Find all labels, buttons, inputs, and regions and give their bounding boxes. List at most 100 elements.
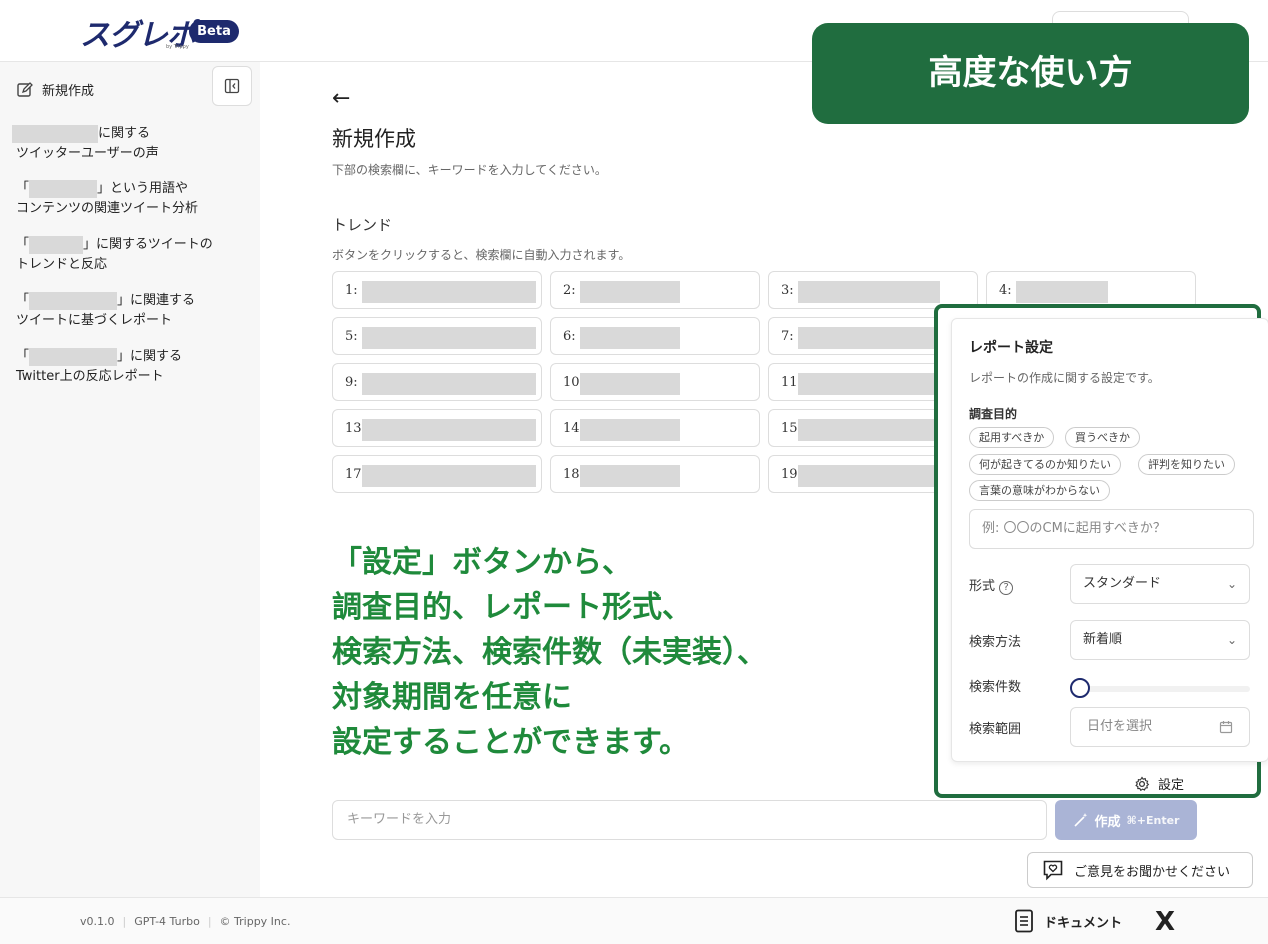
divider: |	[207, 915, 212, 928]
create-button[interactable]: 作成 ⌘+Enter	[1055, 800, 1197, 840]
shortcut-hint: ⌘+Enter	[1126, 813, 1180, 827]
history-item[interactable]: に関する ツイッターユーザーの声	[12, 124, 159, 164]
history-item[interactable]: 「 」という用語や コンテンツの関連ツイート分析	[16, 179, 198, 219]
trend-number: 19	[781, 466, 798, 482]
redacted-text	[580, 465, 680, 487]
purpose-chip[interactable]: 何が起きてるのか知りたい	[969, 454, 1121, 475]
history-item-prefix: 「	[16, 237, 30, 252]
page-title: 新規作成	[332, 127, 416, 151]
trend-description: ボタンをクリックすると、検索欄に自動入力されます。	[332, 248, 631, 262]
settings-highlight: レポート設定 レポートの作成に関する設定です。 調査目的 起用すべきか 買うべき…	[934, 304, 1268, 798]
history-item-line1: に関する	[98, 126, 151, 141]
date-range-input[interactable]: 日付を選択	[1070, 707, 1250, 747]
redacted-text	[29, 347, 118, 366]
redacted-text	[362, 419, 536, 441]
model-text: GPT-4 Turbo	[134, 915, 200, 928]
redacted-text	[1016, 281, 1108, 303]
trend-number: 14	[563, 420, 580, 436]
history-item-line2: トレンドと反応	[16, 257, 108, 272]
trend-button[interactable]: 2:	[550, 271, 760, 309]
range-label: 検索範囲	[969, 722, 1022, 737]
purpose-chip[interactable]: 評判を知りたい	[1138, 454, 1235, 475]
chevron-down-icon: ⌄	[1226, 633, 1237, 647]
format-label-text: 形式	[969, 579, 996, 594]
back-arrow-icon[interactable]: ←	[332, 86, 350, 111]
trend-number: 7:	[781, 328, 794, 344]
copyright-text: © Trippy Inc.	[219, 915, 291, 928]
divider: |	[122, 915, 127, 928]
feedback-button[interactable]: ご意見をお聞かせください	[1027, 852, 1253, 888]
trend-number: 1:	[345, 282, 358, 298]
format-select[interactable]: スタンダード ⌄	[1070, 564, 1250, 604]
annotation-line: 対象期間を任意に	[332, 680, 572, 715]
trend-button[interactable]: 5:	[332, 317, 542, 355]
trend-number: 9:	[345, 374, 358, 390]
redacted-text	[798, 281, 940, 303]
count-slider-track[interactable]	[1080, 686, 1250, 692]
history-item-prefix: 「	[16, 349, 30, 364]
count-slider-thumb[interactable]	[1070, 678, 1090, 698]
trend-button[interactable]: 13	[332, 409, 542, 447]
redacted-text	[362, 327, 536, 349]
redacted-text	[12, 124, 98, 143]
redacted-text	[580, 327, 680, 349]
settings-title: レポート設定	[969, 340, 1053, 356]
trend-number: 2:	[563, 282, 576, 298]
history-item-prefix: 「	[16, 181, 30, 196]
new-create-label: 新規作成	[42, 84, 95, 99]
purpose-input[interactable]: 例: 〇〇のCMに起用すべきか？	[969, 509, 1254, 549]
documentation-link[interactable]: ドキュメント	[1014, 909, 1122, 933]
annotation-line: 検索方法、検索件数（未実装）、	[332, 635, 767, 670]
sidebar-collapse-icon	[224, 78, 240, 94]
trend-button[interactable]: 10	[550, 363, 760, 401]
purpose-chip[interactable]: 起用すべきか	[969, 427, 1055, 448]
trend-number: 10	[563, 374, 580, 390]
footer: v0.1.0 | GPT-4 Turbo | © Trippy Inc. ドキュ…	[0, 897, 1268, 944]
settings-description: レポートの作成に関する設定です。	[969, 371, 1160, 385]
gear-icon	[1135, 776, 1150, 791]
trend-number: 4:	[999, 282, 1012, 298]
annotation-line: 調査目的、レポート形式、	[332, 590, 692, 625]
beta-badge: Beta	[189, 20, 239, 43]
sidebar: 新規作成 に関する ツイッターユーザーの声 「 」という用語や コンテンツの関連ツ…	[0, 62, 260, 897]
redacted-text	[580, 281, 680, 303]
feedback-label: ご意見をお聞かせください	[1074, 864, 1231, 880]
trend-button[interactable]: 14	[550, 409, 760, 447]
history-item[interactable]: 「 」に関するツイートの トレンドと反応	[16, 235, 213, 275]
collapse-sidebar-button[interactable]	[212, 66, 252, 106]
search-method-select[interactable]: 新着順 ⌄	[1070, 620, 1250, 660]
history-item-line2: ツイッターユーザーの声	[16, 146, 159, 161]
trend-button[interactable]: 18	[550, 455, 760, 493]
redacted-text	[798, 373, 940, 395]
purpose-chip[interactable]: 買うべきか	[1065, 427, 1140, 448]
trend-number: 3:	[781, 282, 794, 298]
history-item-line2: Twitter上の反応レポート	[16, 369, 164, 384]
redacted-text	[580, 419, 680, 441]
keyword-input[interactable]: キーワードを入力	[332, 800, 1047, 840]
trend-button[interactable]: 6:	[550, 317, 760, 355]
purpose-chip[interactable]: 言葉の意味がわからない	[969, 480, 1110, 501]
history-item-line1: 」に関するツイートの	[83, 237, 213, 252]
redacted-text	[29, 179, 98, 198]
help-icon[interactable]: ?	[999, 581, 1014, 595]
x-social-icon[interactable]: X	[1155, 907, 1175, 937]
logo-subtitle: by Trippy	[166, 44, 189, 50]
trend-button[interactable]: 17	[332, 455, 542, 493]
method-value: 新着順	[1083, 632, 1123, 647]
settings-button[interactable]: 設定	[1134, 774, 1184, 793]
trend-button[interactable]: 9:	[332, 363, 542, 401]
document-icon	[1015, 909, 1033, 933]
new-create-button[interactable]: 新規作成	[16, 80, 94, 99]
trend-number: 6:	[563, 328, 576, 344]
trend-number: 11	[781, 374, 798, 390]
chevron-down-icon: ⌄	[1226, 577, 1237, 591]
redacted-text	[29, 235, 84, 254]
format-label: 形式 ?	[969, 575, 1014, 595]
history-item[interactable]: 「 」に関連する ツイートに基づくレポート	[16, 291, 195, 331]
trend-button[interactable]: 1:	[332, 271, 542, 309]
version-text: v0.1.0	[80, 915, 115, 928]
trend-number: 13	[345, 420, 362, 436]
history-item[interactable]: 「 」に関する Twitter上の反応レポート	[16, 347, 182, 387]
history-item-line2: ツイートに基づくレポート	[16, 313, 173, 328]
redacted-text	[798, 465, 940, 487]
